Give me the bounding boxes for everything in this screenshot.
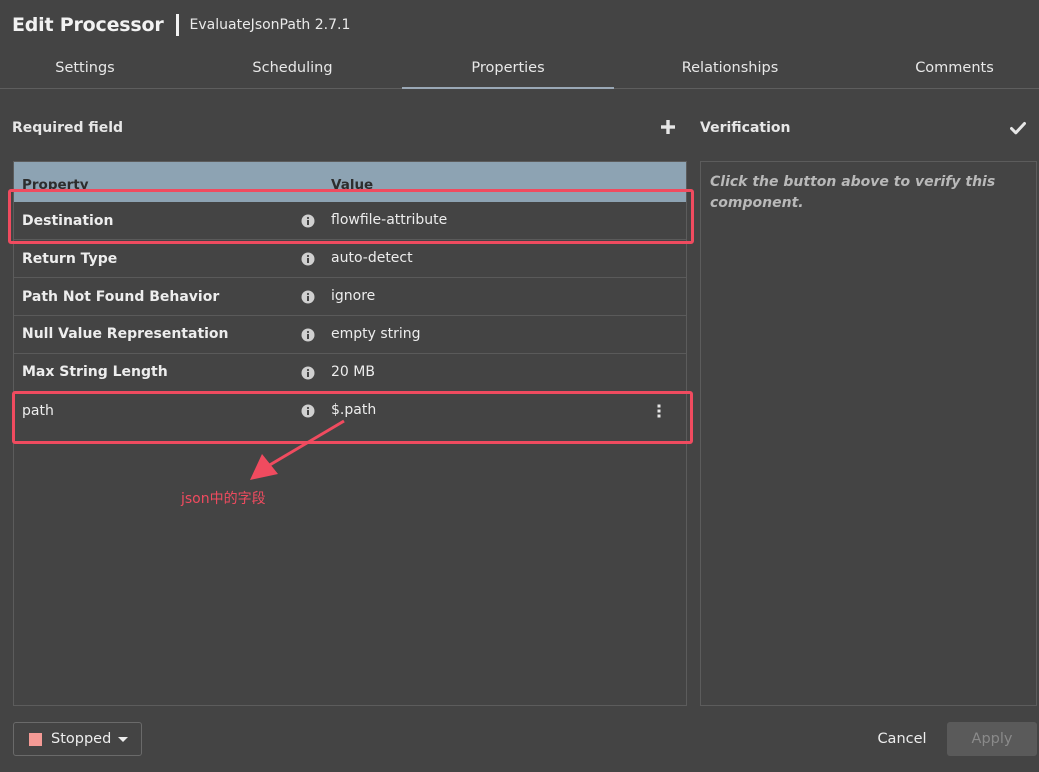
property-name: Path Not Found Behavior [22,289,220,305]
plus-icon[interactable] [660,119,676,135]
annotation-label: json中的字段 [181,491,266,507]
dialog-title: Edit Processor [12,14,164,36]
run-state-dropdown[interactable]: Stopped [13,722,142,756]
tab-properties[interactable]: Properties [402,50,614,89]
info-icon[interactable] [301,366,315,380]
annotation-arrow-icon [250,419,345,480]
property-value[interactable]: auto-detect [331,250,413,266]
stopped-state-icon [29,733,42,746]
tab-bar: Settings Scheduling Properties Relations… [0,50,1039,89]
tab-settings[interactable]: Settings [0,50,170,89]
apply-button[interactable]: Apply [947,722,1037,756]
info-icon[interactable] [301,252,315,266]
table-row[interactable]: Null Value Representation empty string [14,316,686,354]
table-row[interactable]: Max String Length 20 MB [14,354,686,392]
property-name: Max String Length [22,364,168,380]
tab-scheduling[interactable]: Scheduling [190,50,395,89]
checkmark-icon[interactable] [1010,121,1026,135]
processor-type-version: EvaluateJsonPath 2.7.1 [189,17,351,33]
table-row[interactable]: Return Type auto-detect [14,240,686,278]
info-icon[interactable] [301,290,315,304]
property-name: Return Type [22,251,118,267]
property-value[interactable]: 20 MB [331,364,375,380]
property-value[interactable]: empty string [331,326,421,342]
highlight-box-destination [8,189,694,244]
property-name: Null Value Representation [22,326,229,342]
required-field-label: Required field [12,120,124,136]
tab-relationships[interactable]: Relationships [625,50,835,89]
verification-label: Verification [700,120,791,136]
run-state-label: Stopped [51,731,112,747]
table-row[interactable]: Path Not Found Behavior ignore [14,278,686,316]
caret-down-icon [118,737,128,742]
dialog-header: Edit Processor EvaluateJsonPath 2.7.1 [12,14,350,36]
property-value[interactable]: ignore [331,288,375,304]
tab-comments[interactable]: Comments [870,50,1039,89]
verification-panel: Click the button above to verify this co… [700,161,1037,706]
title-divider [175,14,179,36]
verification-hint: Click the button above to verify this co… [710,174,996,211]
info-icon[interactable] [301,328,315,342]
edit-processor-dialog: Edit Processor EvaluateJsonPath 2.7.1 Se… [0,0,1039,772]
cancel-button[interactable]: Cancel [866,722,938,756]
